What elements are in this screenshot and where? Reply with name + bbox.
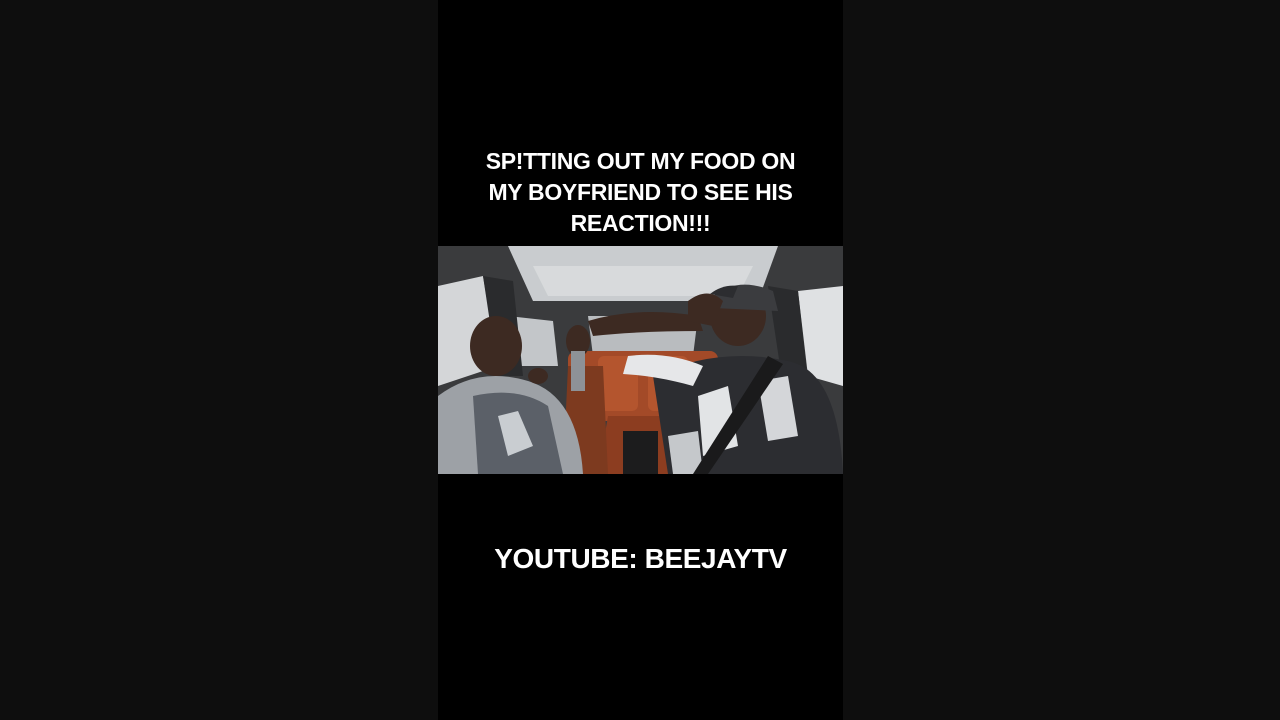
video-caption-bottom: YOUTUBE: BEEJAYTV xyxy=(494,543,787,574)
video-player[interactable]: SP!TTING OUT MY FOOD ON MY BOYFRIEND TO … xyxy=(438,0,843,720)
player-stage: SP!TTING OUT MY FOOD ON MY BOYFRIEND TO … xyxy=(0,0,1280,720)
video-frame-image xyxy=(438,246,843,474)
video-caption-top: SP!TTING OUT MY FOOD ON MY BOYFRIEND TO … xyxy=(485,148,796,236)
